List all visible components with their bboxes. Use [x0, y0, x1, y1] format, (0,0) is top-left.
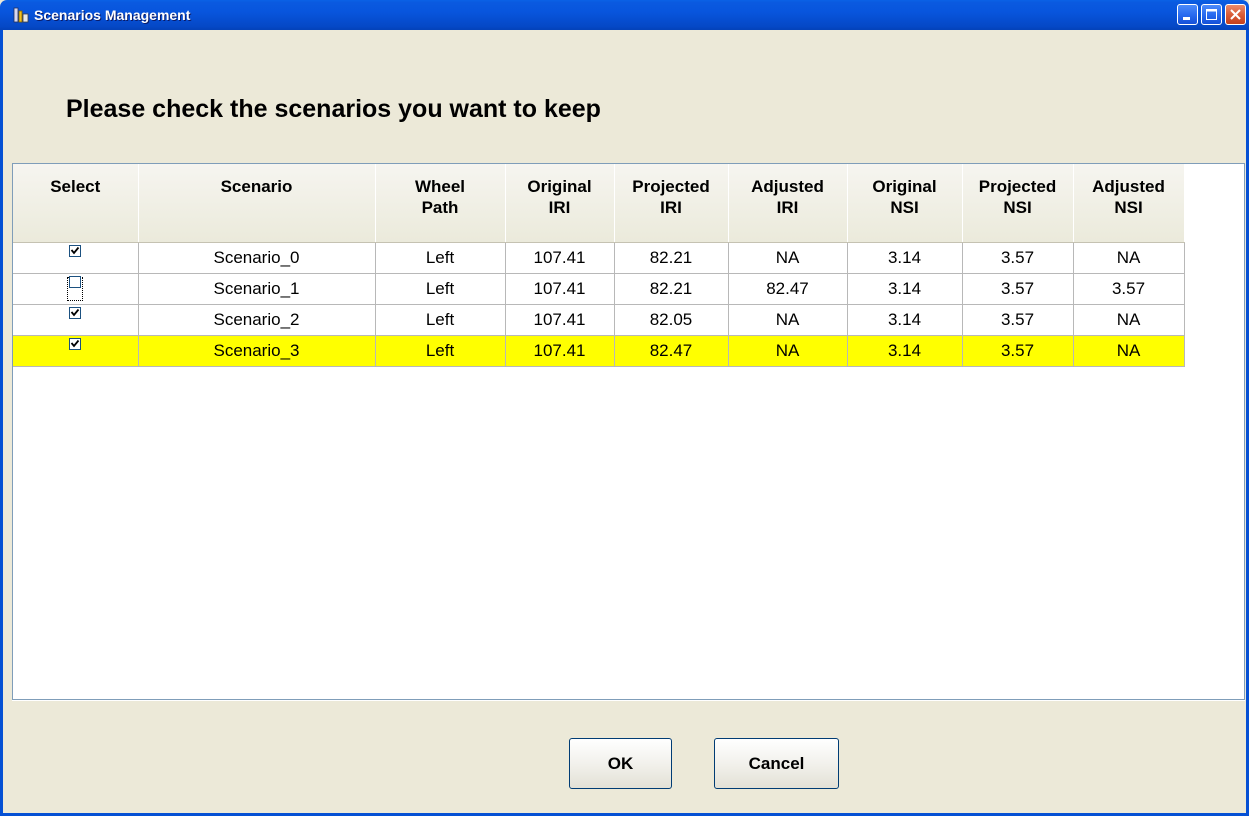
maximize-button[interactable]: [1201, 4, 1222, 25]
column-header-label: Path: [421, 198, 459, 217]
select-cell: [13, 242, 139, 274]
checkmark-icon: [71, 246, 80, 254]
column-header-label: Original: [872, 177, 937, 196]
divider: [12, 700, 1245, 701]
original-iri-cell[interactable]: 107.41: [505, 304, 615, 336]
table-row[interactable]: Scenario_3 Left 107.41 82.47 NA 3.14 3.57 NA: [13, 335, 1185, 367]
adjusted-nsi-cell[interactable]: NA: [1073, 242, 1185, 274]
column-header-adjusted-iri[interactable]: Adjusted IRI: [728, 164, 848, 243]
column-header-adjusted-nsi[interactable]: Adjusted NSI: [1073, 164, 1185, 243]
ok-button[interactable]: OK: [569, 738, 672, 789]
close-button[interactable]: [1225, 4, 1246, 25]
scenarios-table-panel: Select Scenario Wheel Path Original IRI Projec…: [12, 163, 1245, 700]
original-nsi-cell[interactable]: 3.14: [847, 242, 963, 274]
cancel-button[interactable]: Cancel: [714, 738, 839, 789]
select-checkbox[interactable]: [69, 275, 82, 288]
projected-iri-cell[interactable]: 82.47: [614, 335, 729, 367]
scenario-cell[interactable]: Scenario_1: [138, 273, 376, 305]
column-header-label: Projected: [632, 177, 710, 196]
scenarios-management-window: Scenarios Management Please check the sc…: [0, 0, 1249, 816]
original-nsi-cell[interactable]: 3.14: [847, 273, 963, 305]
checkbox-focus-ring: [67, 275, 84, 301]
wheel-path-cell[interactable]: Left: [375, 273, 506, 305]
projected-nsi-cell[interactable]: 3.57: [962, 273, 1074, 305]
table-row[interactable]: Scenario_0 Left 107.41 82.21 NA 3.14 3.57 NA: [13, 242, 1185, 274]
column-header-original-iri[interactable]: Original IRI: [505, 164, 615, 243]
projected-iri-cell[interactable]: 82.21: [614, 273, 729, 305]
column-header-projected-nsi[interactable]: Projected NSI: [962, 164, 1074, 243]
column-header-scenario[interactable]: Scenario: [138, 164, 376, 243]
column-header-original-nsi[interactable]: Original NSI: [847, 164, 963, 243]
original-nsi-cell[interactable]: 3.14: [847, 304, 963, 336]
adjusted-iri-cell[interactable]: NA: [728, 304, 848, 336]
column-header-label: IRI: [660, 198, 682, 217]
column-header-label: NSI: [890, 198, 919, 217]
column-header-label: NSI: [1003, 198, 1032, 217]
table-row[interactable]: Scenario_1 Left 107.41 82.21 82.47 3.14 3.57 3.…: [13, 273, 1185, 305]
adjusted-nsi-cell[interactable]: NA: [1073, 335, 1185, 367]
maximize-icon: [1206, 9, 1217, 20]
select-checkbox[interactable]: [69, 244, 82, 257]
select-cell: [13, 335, 139, 367]
app-icon: [13, 7, 29, 23]
projected-nsi-cell[interactable]: 3.57: [962, 242, 1074, 274]
scenario-cell[interactable]: Scenario_2: [138, 304, 376, 336]
column-header-label: Projected: [978, 177, 1057, 196]
scenario-cell[interactable]: Scenario_3: [138, 335, 376, 367]
window-frame-left: [0, 30, 3, 816]
checkbox-focus-ring: [69, 244, 82, 268]
title-bar[interactable]: Scenarios Management: [0, 0, 1249, 30]
window-title: Scenarios Management: [34, 7, 191, 23]
original-iri-cell[interactable]: 107.41: [505, 242, 615, 274]
projected-nsi-cell[interactable]: 3.57: [962, 335, 1074, 367]
column-header-label: Scenario: [220, 177, 293, 196]
column-header-label: NSI: [1114, 198, 1143, 217]
select-cell: [13, 273, 139, 305]
table-row[interactable]: Scenario_2 Left 107.41 82.05 NA 3.14 3.57 NA: [13, 304, 1185, 336]
minimize-icon: [1183, 17, 1190, 20]
original-nsi-cell[interactable]: 3.14: [847, 335, 963, 367]
column-header-wheel-path[interactable]: Wheel Path: [375, 164, 506, 243]
select-checkbox[interactable]: [69, 337, 82, 350]
column-header-select[interactable]: Select: [13, 164, 139, 243]
column-header-label: IRI: [776, 198, 799, 217]
select-cell: [13, 304, 139, 336]
adjusted-iri-cell[interactable]: NA: [728, 335, 848, 367]
checkbox-focus-ring: [69, 337, 82, 361]
adjusted-iri-cell[interactable]: 82.47: [728, 273, 848, 305]
scenario-cell[interactable]: Scenario_0: [138, 242, 376, 274]
table-body: Scenario_0 Left 107.41 82.21 NA 3.14 3.57 NA Sce…: [13, 242, 1185, 367]
column-header-projected-iri[interactable]: Projected IRI: [614, 164, 729, 243]
projected-iri-cell[interactable]: 82.21: [614, 242, 729, 274]
adjusted-iri-cell[interactable]: NA: [728, 242, 848, 274]
select-checkbox[interactable]: [69, 306, 82, 319]
wheel-path-cell[interactable]: Left: [375, 304, 506, 336]
adjusted-nsi-cell[interactable]: 3.57: [1073, 273, 1185, 305]
column-header-label: Select: [50, 177, 101, 196]
scenarios-table: Select Scenario Wheel Path Original IRI Projec…: [13, 164, 1185, 367]
original-iri-cell[interactable]: 107.41: [505, 273, 615, 305]
column-header-label: Adjusted: [1092, 177, 1165, 196]
adjusted-nsi-cell[interactable]: NA: [1073, 304, 1185, 336]
column-header-label: Adjusted: [751, 177, 824, 196]
checkmark-icon: [71, 339, 80, 347]
column-header-label: IRI: [548, 198, 571, 217]
checkmark-icon: [71, 308, 80, 316]
projected-nsi-cell[interactable]: 3.57: [962, 304, 1074, 336]
minimize-button[interactable]: [1177, 4, 1198, 25]
projected-iri-cell[interactable]: 82.05: [614, 304, 729, 336]
close-icon: [1230, 9, 1241, 20]
checkbox-focus-ring: [69, 306, 82, 330]
column-header-label: Original: [527, 177, 592, 196]
instruction-heading: Please check the scenarios you want to k…: [66, 95, 601, 123]
column-header-label: Wheel: [414, 177, 466, 196]
table-header-row: Select Scenario Wheel Path Original IRI Projec…: [13, 164, 1185, 243]
original-iri-cell[interactable]: 107.41: [505, 335, 615, 367]
wheel-path-cell[interactable]: Left: [375, 242, 506, 274]
wheel-path-cell[interactable]: Left: [375, 335, 506, 367]
